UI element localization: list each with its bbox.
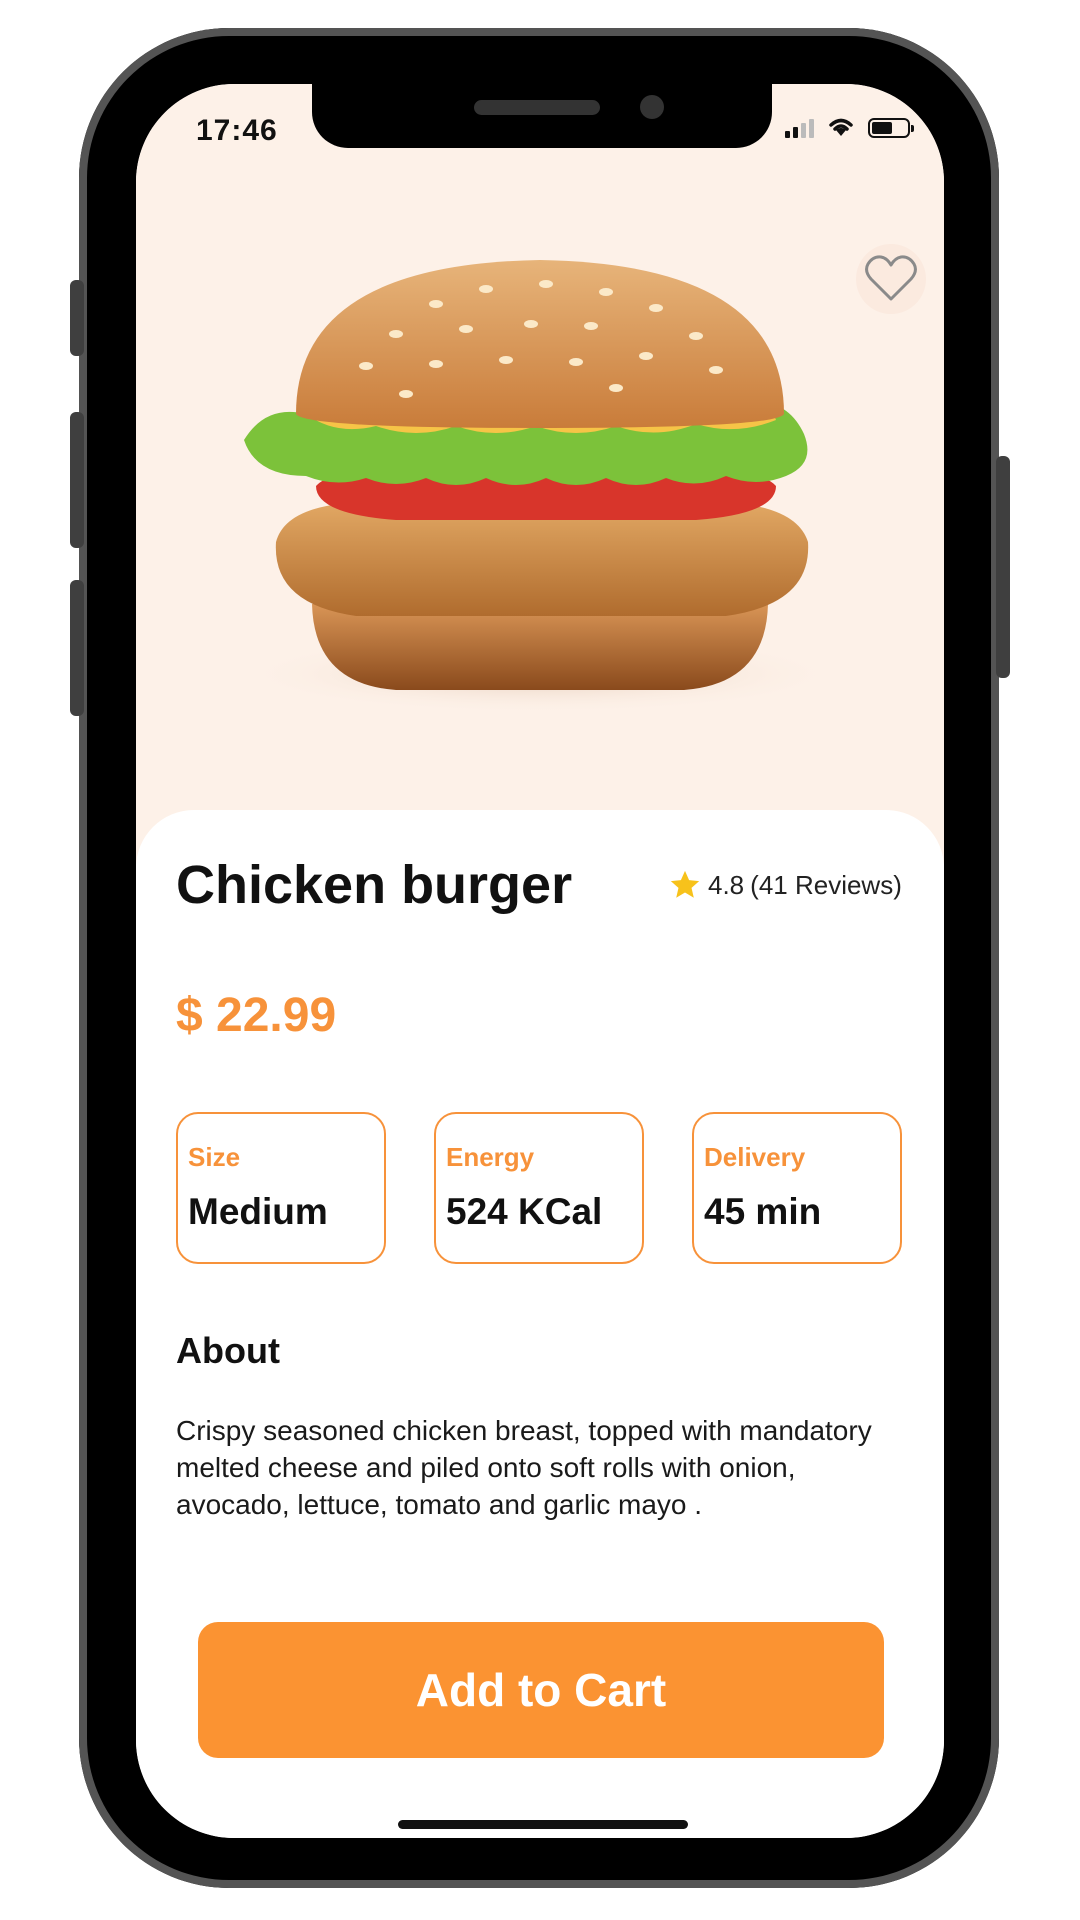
silent-switch (70, 280, 84, 356)
battery-icon (868, 118, 914, 138)
spec-value: 45 min (704, 1191, 822, 1232)
add-to-cart-button[interactable]: Add to Cart (198, 1622, 884, 1758)
volume-down-button (70, 580, 84, 716)
power-button (996, 456, 1010, 678)
wifi-icon (829, 118, 853, 136)
notch (312, 84, 772, 148)
rating-value: 4.8 (708, 869, 745, 900)
spec-delivery: Delivery 45 min (692, 1112, 902, 1264)
volume-up-button (70, 412, 84, 548)
review-count: (41 Reviews) (750, 869, 902, 900)
price: $ 22.99 (176, 989, 337, 1042)
product-name: Chicken burger (176, 855, 573, 915)
speaker (474, 100, 600, 115)
product-image-area: 17:46 (136, 84, 944, 864)
spec-label: Energy (446, 1142, 535, 1172)
status-time: 17:46 (196, 114, 278, 147)
burger-image (240, 260, 840, 714)
heart-icon (865, 255, 917, 301)
spec-label: Delivery (704, 1142, 806, 1172)
spec-size: Size Medium (176, 1112, 386, 1264)
front-camera (640, 95, 664, 119)
spec-value: Medium (188, 1191, 328, 1232)
spec-label: Size (188, 1142, 241, 1172)
rating: 4.8 (41 Reviews) (668, 868, 902, 902)
favorite-button[interactable] (856, 244, 926, 314)
spec-value: 524 KCal (446, 1191, 603, 1232)
screen: 17:46 Chicken burger 4.8 (41 Reviews) $ … (136, 84, 944, 1838)
spec-energy: Energy 524 KCal (434, 1112, 644, 1264)
about-heading: About (176, 1330, 280, 1371)
star-icon (670, 870, 700, 898)
status-icons (785, 116, 914, 138)
home-indicator[interactable] (398, 1820, 688, 1829)
about-text: Crispy seasoned chicken breast, topped w… (176, 1415, 872, 1520)
signal-icon (785, 116, 814, 138)
